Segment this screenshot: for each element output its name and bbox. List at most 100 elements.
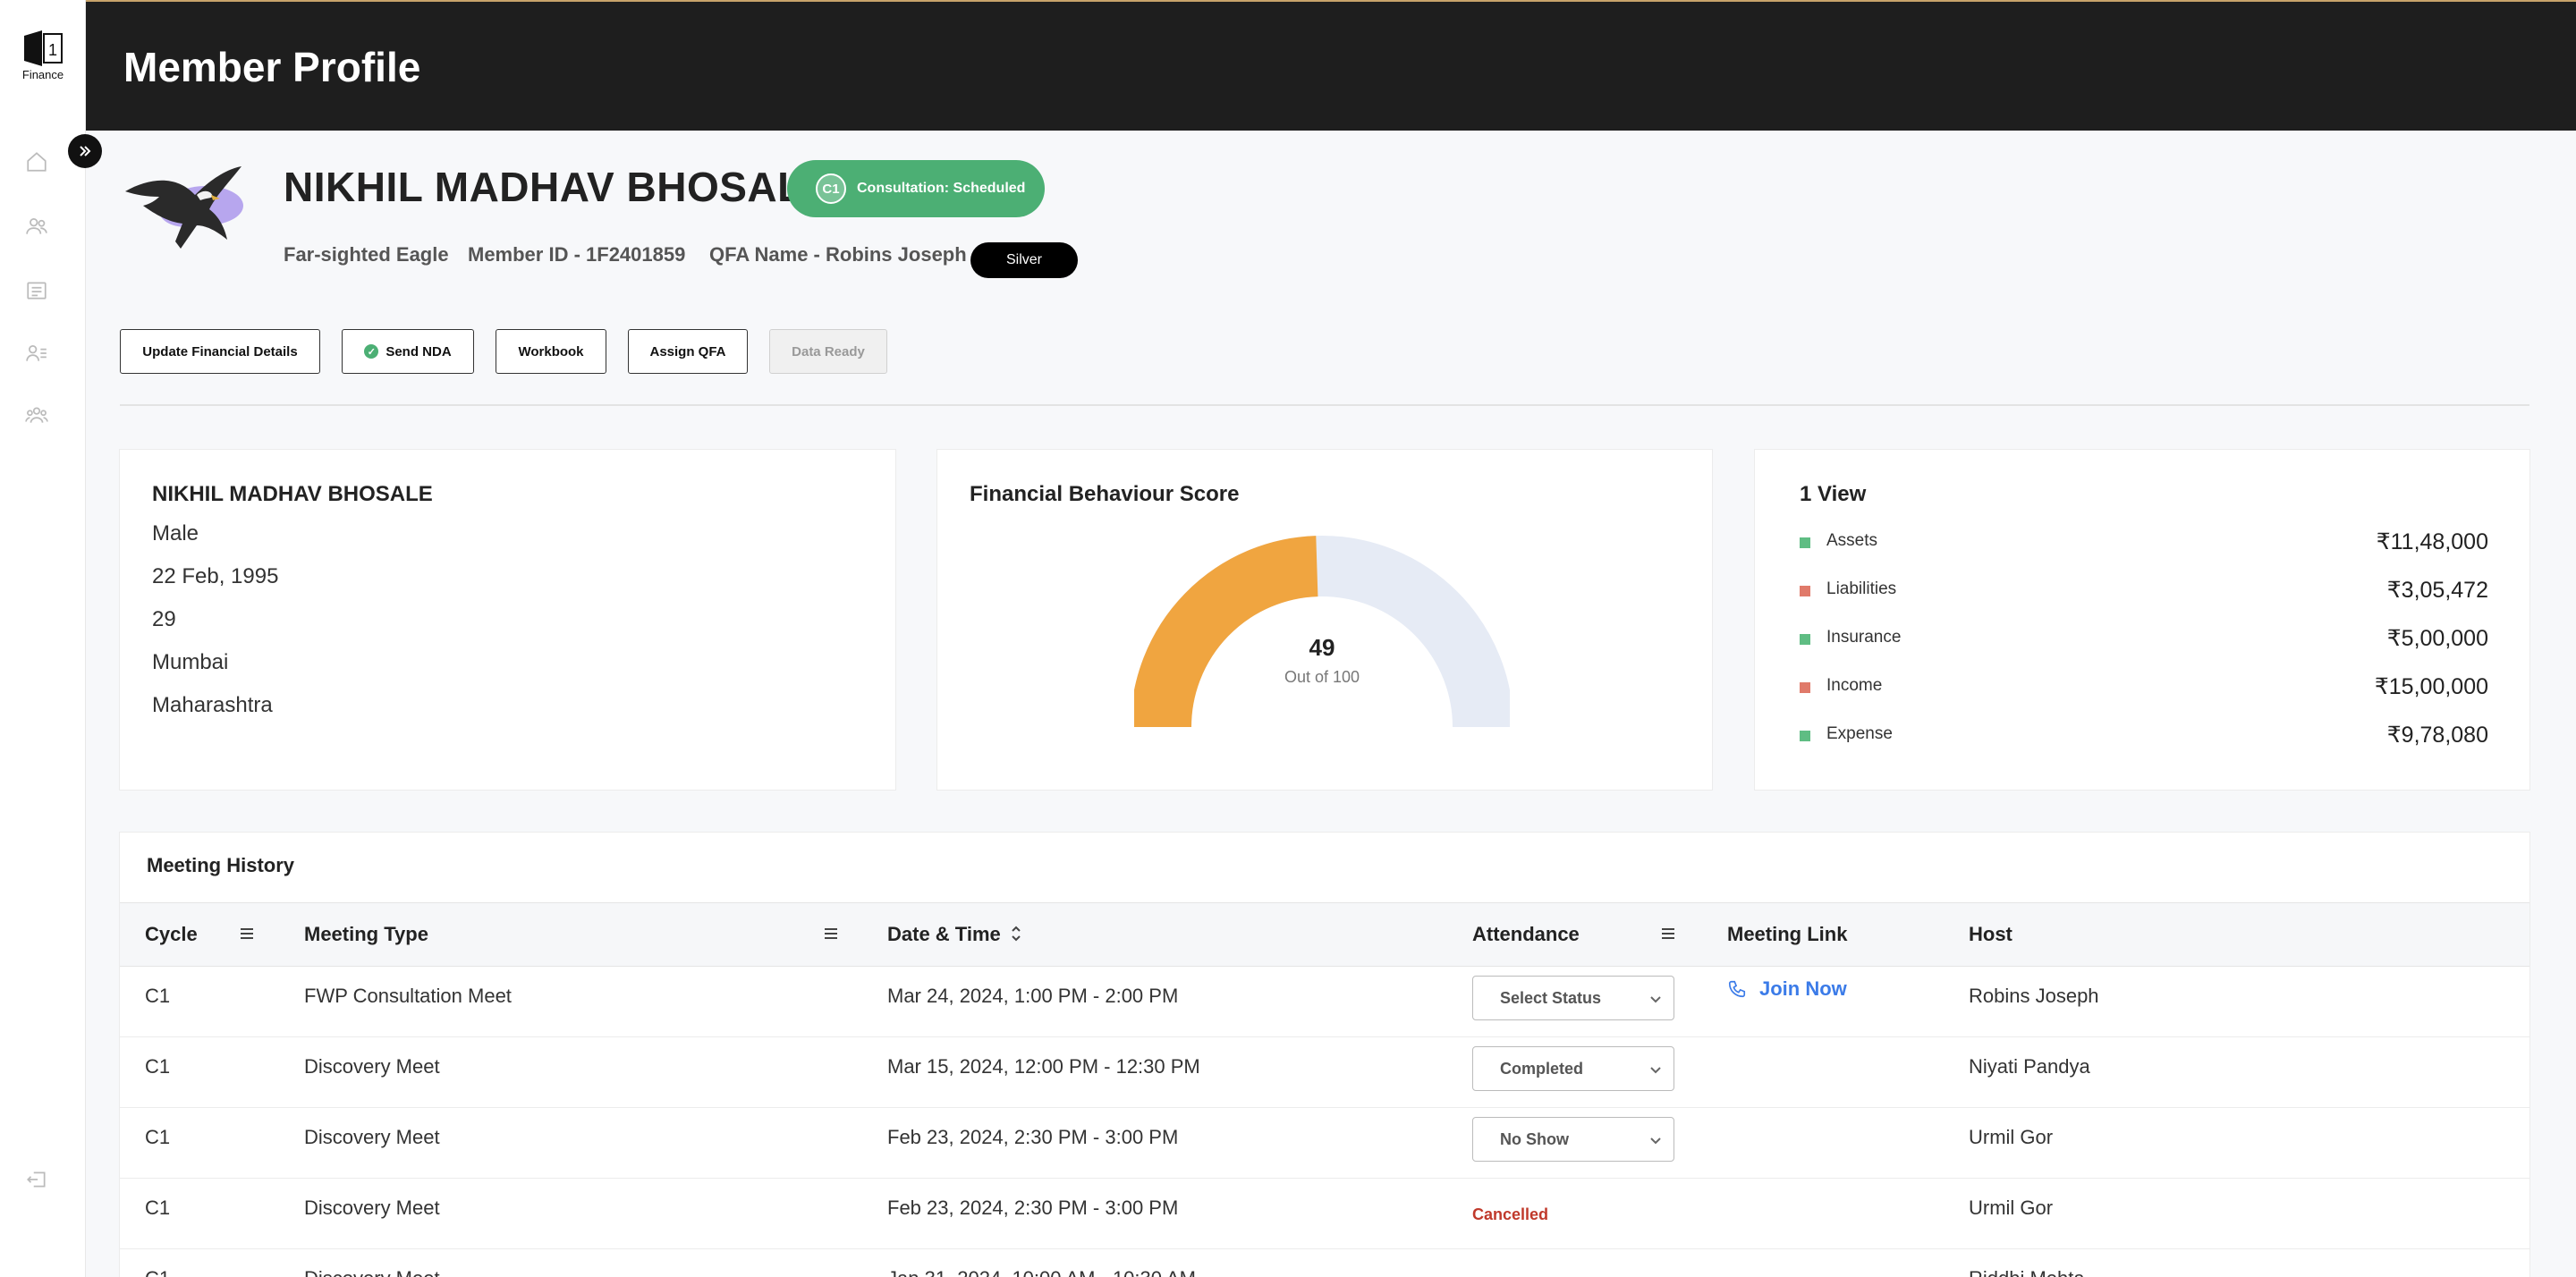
persona-label: Far-sighted Eagle xyxy=(284,243,449,266)
table-row: C1 Discovery Meet Feb 23, 2024, 2:30 PM … xyxy=(120,1179,2529,1249)
col-date-time[interactable]: Date & Time xyxy=(887,923,1001,946)
insurance-dot xyxy=(1800,634,1810,645)
chevron-down-icon xyxy=(1650,1137,1661,1145)
home-icon[interactable] xyxy=(25,150,48,173)
expand-sidebar-button[interactable] xyxy=(68,134,102,168)
liabilities-dot xyxy=(1800,586,1810,596)
row-date-time: Jan 31, 2024, 10:00 AM - 10:30 AM xyxy=(887,1267,1196,1277)
join-now-link[interactable]: Join Now xyxy=(1727,977,1847,1001)
attendance-value: Select Status xyxy=(1500,988,1602,1007)
row-meeting-type: Discovery Meet xyxy=(304,1126,440,1148)
row-host: Riddhi Mehta xyxy=(1969,1267,2085,1277)
row-host: Niyati Pandya xyxy=(1969,1055,2090,1078)
cycle-menu-icon[interactable] xyxy=(236,923,258,944)
personal-info-card: NIKHIL MADHAV BHOSALE Male 22 Feb, 1995 … xyxy=(119,449,896,791)
cycle-badge: C1 xyxy=(816,173,846,204)
row-cycle: C1 xyxy=(145,1197,171,1219)
members-icon[interactable] xyxy=(25,215,48,238)
data-ready-button[interactable]: Data Ready xyxy=(769,329,887,374)
brand-logo[interactable]: 1 Finance xyxy=(20,30,66,84)
row-meeting-type: Discovery Meet xyxy=(304,1197,440,1219)
send-nda-label: Send NDA xyxy=(386,343,452,359)
row-meeting-type: Discovery Meet xyxy=(304,1267,440,1277)
sort-icon[interactable] xyxy=(1005,923,1027,944)
logout-icon[interactable] xyxy=(25,1168,48,1191)
view-row-expense: Expense ₹9,78,080 xyxy=(1800,722,2488,748)
view-row-insurance: Insurance ₹5,00,000 xyxy=(1800,625,2488,652)
assign-qfa-button[interactable]: Assign QFA xyxy=(628,329,748,374)
assets-label: Assets xyxy=(1826,531,1878,550)
assets-amount: ₹11,48,000 xyxy=(2376,529,2488,554)
status-label: Consultation: Scheduled xyxy=(857,181,1026,196)
attendance-select[interactable]: Completed xyxy=(1472,1046,1674,1091)
top-header: Member Profile xyxy=(86,0,2576,131)
one-view-card: 1 View Assets ₹11,48,000 Liabilities ₹3,… xyxy=(1754,449,2530,791)
row-meeting-type: Discovery Meet xyxy=(304,1055,440,1078)
attendance-menu-icon[interactable] xyxy=(1657,923,1679,944)
col-meeting-link: Meeting Link xyxy=(1727,923,1848,945)
insurance-label: Insurance xyxy=(1826,628,1902,647)
consultation-status-badge[interactable]: C1 Consultation: Scheduled xyxy=(787,160,1045,217)
view-row-income: Income ₹15,00,000 xyxy=(1800,673,2488,700)
score-gauge: 49 Out of 100 xyxy=(1131,536,1513,750)
workbook-button[interactable]: Workbook xyxy=(496,329,606,374)
financial-score-card: Financial Behaviour Score 49 Out of 100 xyxy=(936,449,1713,791)
row-cycle: C1 xyxy=(145,1055,171,1078)
row-date-time: Mar 15, 2024, 12:00 PM - 12:30 PM xyxy=(887,1055,1200,1078)
check-icon: ✓ xyxy=(364,344,379,359)
view-row-assets: Assets ₹11,48,000 xyxy=(1800,529,2488,555)
send-nda-button[interactable]: ✓ Send NDA xyxy=(342,329,474,374)
income-dot xyxy=(1800,682,1810,693)
gender: Male xyxy=(152,521,199,545)
sidebar: 1 Finance xyxy=(0,0,86,1277)
score-card-title: Financial Behaviour Score xyxy=(970,482,1240,506)
row-date-time: Mar 24, 2024, 1:00 PM - 2:00 PM xyxy=(887,985,1179,1007)
income-amount: ₹15,00,000 xyxy=(2374,674,2488,699)
insurance-amount: ₹5,00,000 xyxy=(2386,626,2488,651)
col-attendance[interactable]: Attendance xyxy=(1472,923,1580,946)
attendance-select[interactable]: No Show xyxy=(1472,1117,1674,1162)
score-value: 49 xyxy=(1309,634,1335,661)
table-header: Cycle Meeting Type Date & Time Attendanc… xyxy=(120,902,2529,967)
meeting-type-menu-icon[interactable] xyxy=(820,923,842,944)
logo-text: Finance xyxy=(21,68,64,81)
user-list-icon[interactable] xyxy=(25,342,48,365)
age: 29 xyxy=(152,607,176,631)
attendance-value: Completed xyxy=(1500,1059,1584,1078)
expense-dot xyxy=(1800,731,1810,741)
row-meeting-type: FWP Consultation Meet xyxy=(304,985,512,1007)
row-host: Urmil Gor xyxy=(1969,1126,2054,1148)
liabilities-label: Liabilities xyxy=(1826,579,1897,598)
liabilities-amount: ₹3,05,472 xyxy=(2386,578,2488,603)
one-view-title: 1 View xyxy=(1800,482,1867,506)
tier-badge: Silver xyxy=(970,242,1078,278)
logo-mark-icon: 1 xyxy=(24,30,63,66)
eagle-avatar xyxy=(125,166,243,249)
row-host: Robins Joseph xyxy=(1969,985,2099,1007)
expense-label: Expense xyxy=(1826,724,1893,743)
meeting-history-title: Meeting History xyxy=(147,854,295,876)
row-cycle: C1 xyxy=(145,985,171,1007)
col-meeting-type[interactable]: Meeting Type xyxy=(304,923,428,946)
view-row-liabilities: Liabilities ₹3,05,472 xyxy=(1800,577,2488,604)
team-icon[interactable] xyxy=(25,404,48,427)
update-financial-details-button[interactable]: Update Financial Details xyxy=(120,329,320,374)
qfa-name: QFA Name - Robins Joseph xyxy=(709,243,967,266)
member-name: NIKHIL MADHAV BHOSALE xyxy=(284,164,831,210)
expense-amount: ₹9,78,080 xyxy=(2386,723,2488,748)
row-cycle: C1 xyxy=(145,1126,171,1148)
city: Mumbai xyxy=(152,650,229,674)
attendance-select[interactable]: Select Status xyxy=(1472,976,1674,1020)
card-member-name: NIKHIL MADHAV BHOSALE xyxy=(152,482,433,506)
attendance-cancelled-status: Cancelled xyxy=(1472,1205,1549,1223)
double-chevron-right-icon xyxy=(80,146,91,156)
list-icon[interactable] xyxy=(25,279,48,302)
table-row: C1 Discovery Meet Mar 15, 2024, 12:00 PM… xyxy=(120,1037,2529,1108)
row-date-time: Feb 23, 2024, 2:30 PM - 3:00 PM xyxy=(887,1197,1179,1219)
chevron-down-icon xyxy=(1650,1067,1661,1074)
table-row: C1 FWP Consultation Meet Mar 24, 2024, 1… xyxy=(120,967,2529,1037)
col-host: Host xyxy=(1969,923,2012,945)
attendance-value: No Show xyxy=(1500,1129,1569,1148)
col-cycle[interactable]: Cycle xyxy=(145,923,198,946)
member-id: Member ID - 1F2401859 xyxy=(468,243,686,266)
